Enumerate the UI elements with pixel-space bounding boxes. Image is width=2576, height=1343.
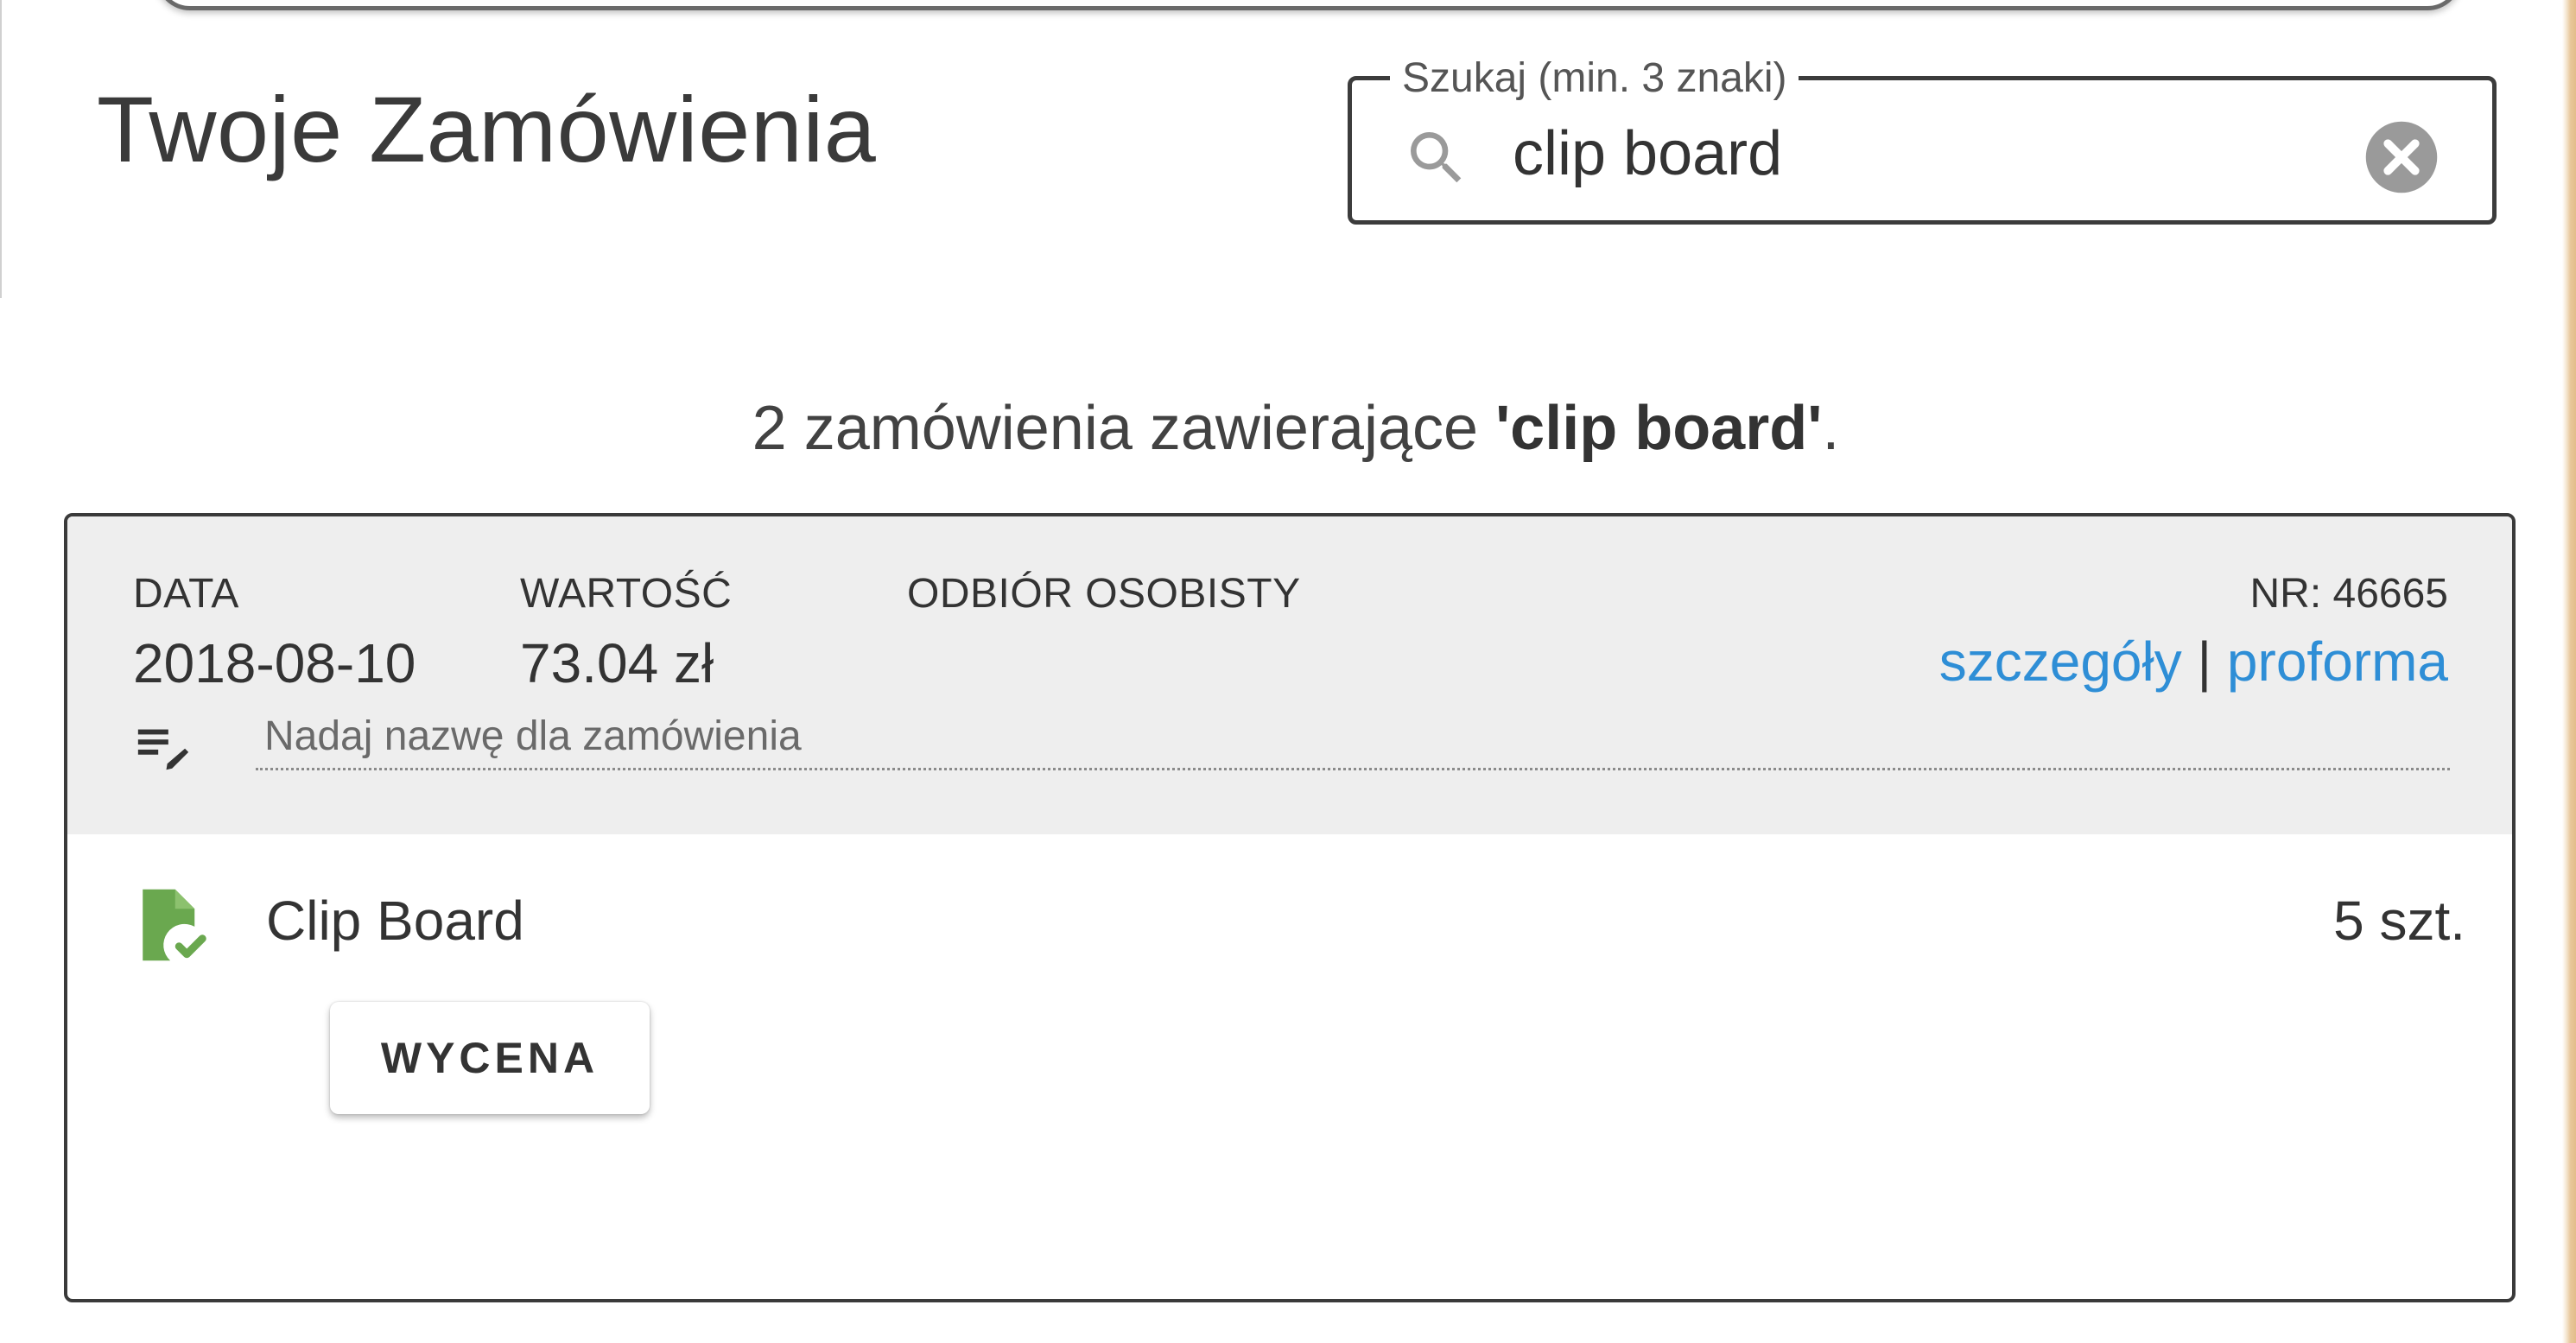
order-value-amount: 73.04 zł [520,632,714,694]
top-bar-edge [155,0,2462,10]
search-input[interactable] [1513,115,2325,193]
proforma-link[interactable]: proforma [2227,630,2448,693]
order-delivery-method: ODBIÓR OSOBISTY [907,571,1301,617]
results-query: 'clip board' [1495,394,1823,463]
item-name: Clip Board [266,890,524,952]
document-check-icon [143,889,206,961]
page-title: Twoje Zamówienia [97,77,877,181]
item-quantity: 5 szt. [2333,890,2465,952]
link-separator: | [2181,630,2227,693]
close-circle-icon[interactable] [2363,118,2440,196]
order-value-label: WARTOŚĆ [520,571,733,617]
left-divider [0,0,2,298]
details-link[interactable]: szczegóły [1939,630,2182,693]
search-icon [1411,132,1462,183]
search-field[interactable]: Szukaj (min. 3 znaki) [1348,54,2497,225]
order-card: DATA 2018-08-10 WARTOŚĆ 73.04 zł ODBIÓR … [64,513,2516,1302]
right-edge-decoration [2562,0,2576,1343]
edit-note-icon[interactable] [133,717,194,777]
results-summary-prefix: 2 zamówienia zawierające [752,394,1496,463]
results-summary: 2 zamówienia zawierające 'clip board'. [0,397,2576,459]
order-name-input[interactable] [256,705,2450,770]
results-summary-suffix: . [1822,394,1840,463]
search-label: Szukaj (min. 3 znaki) [1390,54,1799,103]
order-number: NR: 46665 [2249,571,2448,617]
quote-button[interactable]: WYCENA [330,1002,650,1114]
order-date-value: 2018-08-10 [133,632,416,694]
order-links: szczegóły | proforma [1939,634,2448,689]
order-date-label: DATA [133,571,239,617]
order-header: DATA 2018-08-10 WARTOŚĆ 73.04 zł ODBIÓR … [67,516,2512,834]
